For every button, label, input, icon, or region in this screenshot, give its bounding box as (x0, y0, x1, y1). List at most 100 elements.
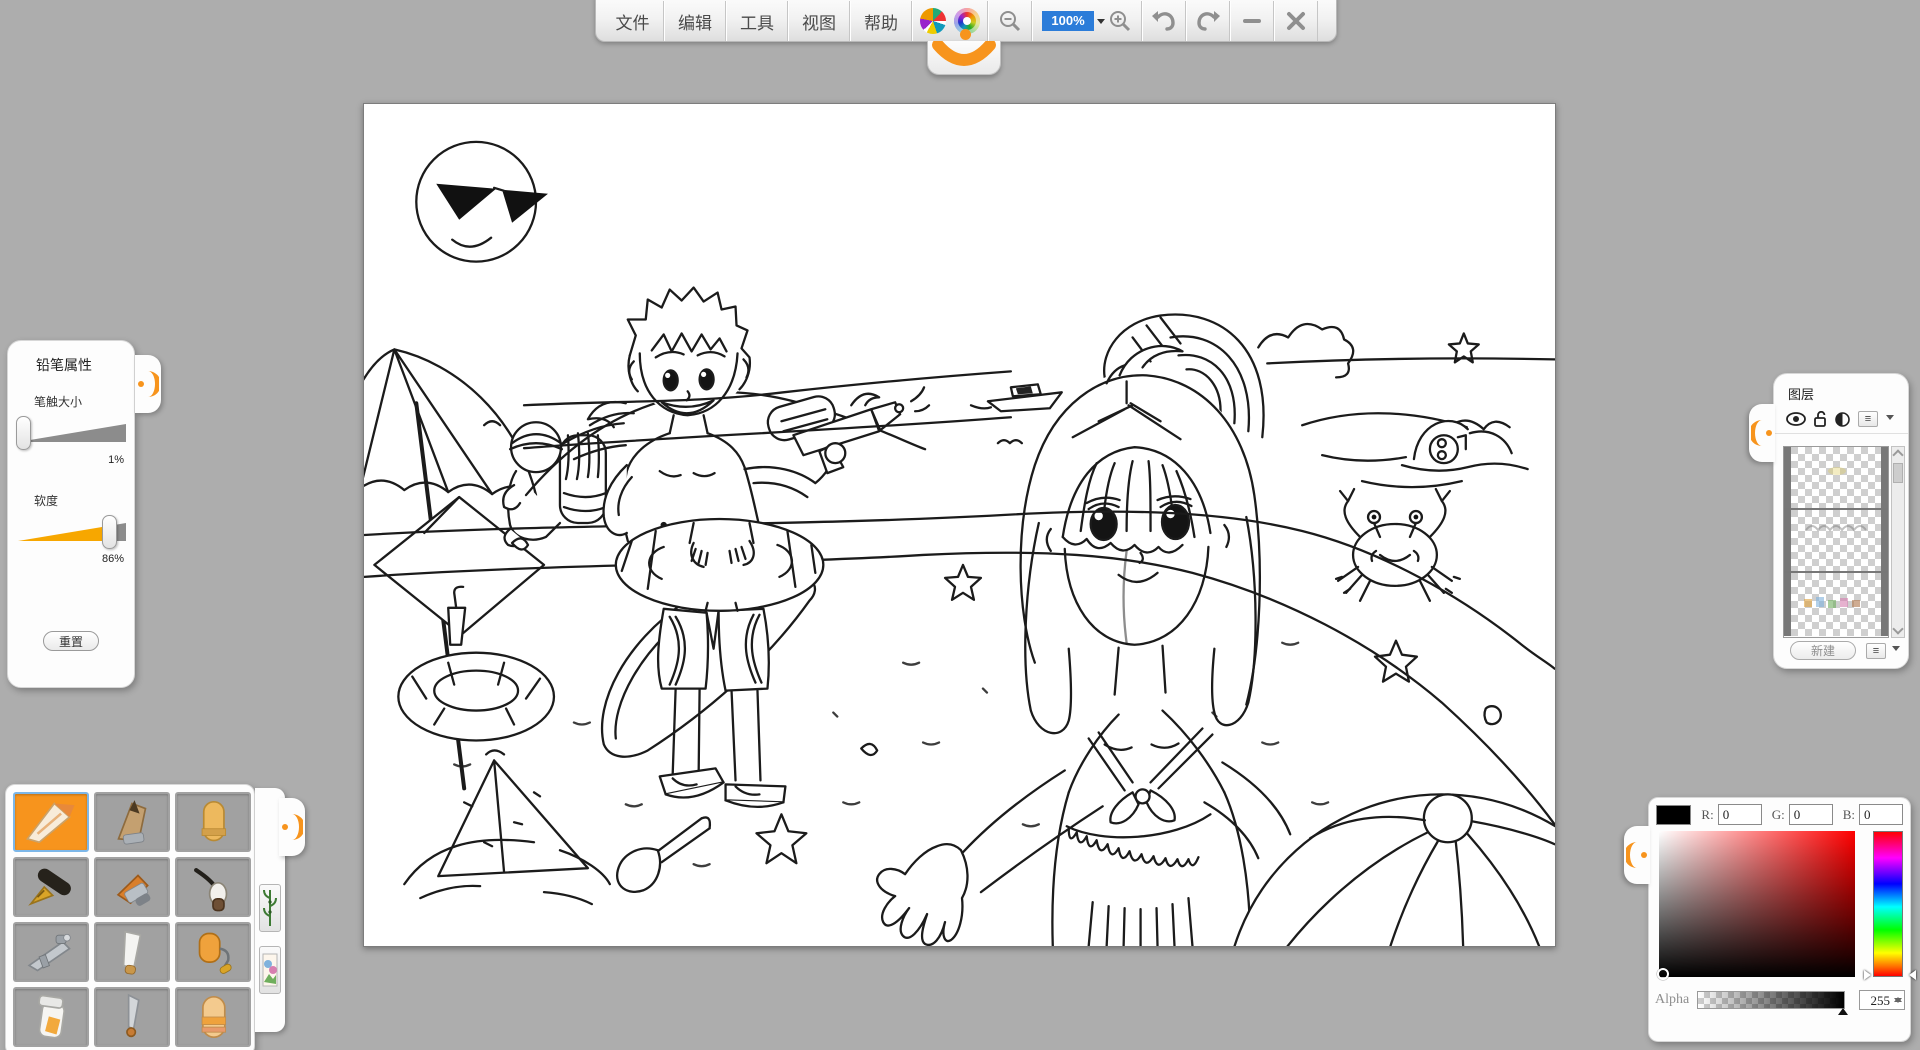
hue-marker-left-icon[interactable] (1864, 970, 1876, 980)
layers-footer-arrow-icon[interactable] (1892, 646, 1900, 655)
etching-needle-icon (100, 991, 164, 1043)
panel-title: 铅笔属性 (36, 355, 134, 375)
picture-stamp-button[interactable] (259, 946, 281, 994)
saturation-marker[interactable] (1657, 968, 1669, 980)
alpha-marker-icon[interactable] (1838, 1003, 1848, 1015)
eraser-icon (181, 991, 245, 1043)
layer-thumbnail-3[interactable] (1784, 573, 1888, 636)
r-input[interactable] (1718, 804, 1762, 825)
zoom-level-value[interactable]: 100% (1042, 11, 1094, 31)
alpha-row: Alpha 255 (1649, 990, 1910, 1010)
color-panel-handle[interactable] (1624, 826, 1650, 884)
airbrush-icon (19, 926, 83, 978)
layer1-content-hint (1828, 467, 1846, 475)
main-toolbar: 文件 编辑 工具 视图 帮助 100% (595, 0, 1337, 42)
flat-brush-icon (100, 861, 164, 913)
softness-thumb[interactable] (102, 515, 117, 549)
rainbow-pinwheel-icon[interactable] (920, 8, 946, 34)
half-circle-icon[interactable] (1835, 412, 1850, 427)
alpha-slider[interactable] (1697, 991, 1845, 1009)
swimmer (1402, 421, 1528, 471)
layers-toolbar: ≡ (1774, 411, 1908, 434)
menu-view[interactable]: 视图 (788, 1, 850, 41)
reset-button[interactable]: 重置 (43, 631, 99, 651)
redo-arrow-icon (1195, 9, 1221, 33)
clown-smile-icon (928, 41, 1000, 73)
hamburger-menu-icon[interactable]: ≡ (1858, 411, 1878, 427)
zoom-out-button[interactable] (988, 1, 1032, 41)
girl-with-ponytail-reaching-out (877, 346, 1290, 946)
close-button[interactable] (1274, 1, 1318, 41)
close-x-icon (1286, 11, 1306, 31)
tool-flat-brush[interactable] (94, 857, 170, 917)
tool-etching-needle[interactable] (94, 987, 170, 1047)
b-input[interactable] (1859, 804, 1903, 825)
scrollbar-thumb[interactable] (1893, 463, 1903, 483)
crab (1336, 489, 1460, 601)
bamboo-stamp-icon (263, 888, 277, 928)
hue-strip[interactable] (1873, 831, 1903, 977)
new-layer-button[interactable]: 新建 (1790, 641, 1856, 660)
menu-edit[interactable]: 编辑 (664, 1, 726, 41)
layer-list (1783, 446, 1889, 638)
brush-grid (13, 792, 247, 1047)
tool-fountain-pen[interactable] (13, 857, 89, 917)
redo-button[interactable] (1186, 1, 1230, 41)
fountain-pen-icon (19, 861, 83, 913)
bamboo-stamp-button[interactable] (259, 884, 281, 932)
tool-eraser[interactable] (175, 987, 251, 1047)
alpha-label: Alpha (1655, 992, 1697, 1008)
scroll-up-icon[interactable] (1892, 449, 1903, 460)
layer-scrollbar[interactable] (1891, 446, 1905, 638)
sharp-pencil-icon (19, 796, 83, 848)
magnifier-plus-icon[interactable] (1108, 9, 1132, 33)
brush-size-value: 1% (12, 454, 124, 466)
picture-stamp-icon (262, 950, 278, 990)
tool-paint-roller[interactable] (175, 922, 251, 982)
undo-button[interactable] (1142, 1, 1186, 41)
scroll-down-icon[interactable] (1892, 623, 1903, 634)
hue-marker-right-icon[interactable] (1904, 970, 1916, 980)
menu-file[interactable]: 文件 (602, 1, 664, 41)
layer-thumbnail-2[interactable] (1784, 510, 1888, 573)
menu-tools[interactable]: 工具 (726, 1, 788, 41)
brush-size-thumb[interactable] (16, 416, 31, 450)
tool-crayon[interactable] (175, 792, 251, 852)
layers-handle[interactable] (1749, 404, 1775, 462)
mascot-nose-icon (960, 29, 971, 40)
spinner-down-icon[interactable] (1894, 998, 1902, 1007)
layers-footer-menu-icon[interactable]: ≡ (1866, 643, 1886, 659)
drawing-canvas[interactable] (363, 103, 1556, 947)
eye-icon[interactable] (1786, 412, 1806, 426)
crayon-icon (181, 796, 245, 848)
softness-label: 软度 (34, 492, 134, 509)
tool-paint-jar[interactable] (13, 987, 89, 1047)
tool-palette-knife[interactable] (94, 922, 170, 982)
layer-thumbnail-1[interactable] (1784, 447, 1888, 510)
layers-title: 图层 (1788, 384, 1908, 403)
palette-handle[interactable] (279, 798, 305, 856)
alpha-spinner[interactable]: 255 (1859, 990, 1905, 1010)
zoom-dropdown-arrow-icon[interactable] (1097, 19, 1105, 28)
softness-value: 86% (12, 553, 124, 565)
sun-with-sunglasses (416, 142, 548, 262)
softness-slider[interactable] (16, 515, 128, 553)
tool-airbrush[interactable] (13, 922, 89, 982)
mascot-mouth-tab[interactable] (927, 41, 1001, 75)
panel-handle[interactable] (135, 355, 161, 413)
layers-menu-arrow-icon[interactable] (1886, 415, 1894, 424)
saturation-square[interactable] (1659, 831, 1855, 977)
zoom-level-control: 100% (1032, 1, 1142, 41)
menu-help[interactable]: 帮助 (850, 1, 912, 41)
tool-wood-pencil[interactable] (94, 792, 170, 852)
minimize-button[interactable] (1230, 1, 1274, 41)
brush-size-track[interactable] (18, 424, 126, 442)
tool-ink-brush[interactable] (175, 857, 251, 917)
tool-sharp-pencil[interactable] (13, 792, 89, 852)
g-input[interactable] (1789, 804, 1833, 825)
unlocked-padlock-icon[interactable] (1814, 411, 1827, 427)
ink-brush-icon (181, 861, 245, 913)
toy-shovel (617, 817, 710, 891)
orange-ear-icon (1626, 840, 1648, 870)
brush-size-slider[interactable] (16, 416, 128, 454)
